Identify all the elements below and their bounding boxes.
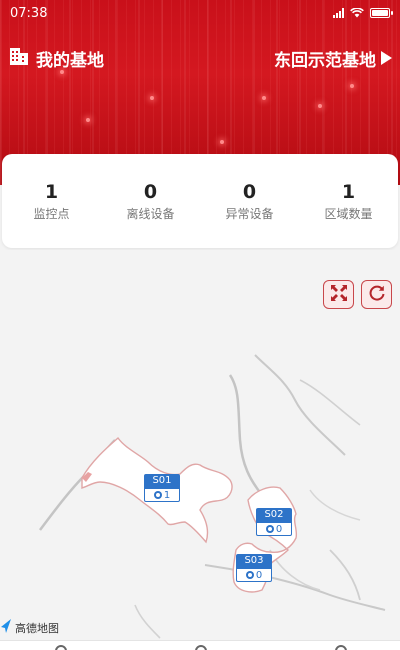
wifi-icon	[350, 8, 364, 18]
page-title: 我的基地	[36, 50, 104, 71]
building-icon	[8, 45, 30, 71]
stat-value: 1	[341, 180, 356, 203]
battery-icon	[370, 8, 393, 18]
camera-icon	[245, 571, 254, 579]
status-icons	[333, 8, 393, 18]
camera-icon	[153, 491, 162, 499]
stat-label: 区域数量	[324, 206, 373, 221]
amap-arrow-icon	[0, 618, 12, 637]
fullscreen-button[interactable]	[323, 280, 354, 309]
stat-value: 0	[143, 180, 158, 203]
banner-sparkle	[220, 140, 224, 144]
banner-sparkle	[86, 118, 90, 122]
stat-value: 0	[242, 180, 257, 203]
map-view[interactable]: S01 1 S02 0 S03 0 高德地图	[0, 250, 400, 640]
stat-label: 监控点	[33, 206, 70, 221]
map-marker-s01[interactable]: S01 1	[144, 474, 180, 502]
tab-monitor-icon[interactable]	[195, 645, 207, 650]
banner-sparkle	[262, 96, 266, 100]
status-bar: 07:38	[0, 0, 400, 26]
stat-label: 异常设备	[225, 206, 274, 221]
banner-sparkle	[150, 96, 154, 100]
marker-count-value: 0	[275, 523, 283, 535]
banner-sparkle	[318, 104, 322, 108]
header-title-row: 我的基地 东回示范基地	[0, 42, 400, 74]
marker-code: S01	[144, 474, 180, 488]
refresh-icon	[368, 284, 386, 306]
marker-count-value: 1	[163, 489, 171, 501]
stat-area-count[interactable]: 1 区域数量	[299, 181, 398, 222]
map-marker-s02[interactable]: S02 0	[256, 508, 292, 536]
stat-monitor-points[interactable]: 1 监控点	[2, 181, 101, 222]
my-base-title: 我的基地	[8, 45, 104, 71]
marker-count: 0	[236, 568, 272, 582]
stat-offline-devices[interactable]: 0 离线设备	[101, 181, 200, 222]
stat-abnormal-devices[interactable]: 0 异常设备	[200, 181, 299, 222]
signal-icon	[333, 8, 344, 18]
stat-value: 1	[44, 180, 59, 203]
marker-code: S03	[236, 554, 272, 568]
tab-profile-icon[interactable]	[335, 645, 347, 650]
map-provider-logo: 高德地图	[0, 618, 59, 637]
map-provider-name: 高德地图	[15, 621, 59, 635]
stat-label: 离线设备	[126, 206, 175, 221]
base-name: 东回示范基地	[274, 50, 376, 71]
marker-count: 1	[144, 488, 180, 502]
camera-icon	[265, 525, 274, 533]
banner-sparkle	[350, 84, 354, 88]
map-marker-s03[interactable]: S03 0	[236, 554, 272, 582]
app-screen: 07:38 我的基地 东回示范基地 1 监控点 0 离线设备 0 异常设备 1 …	[0, 0, 400, 650]
marker-count: 0	[256, 522, 292, 536]
play-arrow-icon	[381, 51, 392, 65]
marker-code: S02	[256, 508, 292, 522]
fullscreen-icon	[330, 284, 348, 306]
status-time: 07:38	[10, 5, 48, 21]
bottom-tab-bar	[0, 640, 400, 650]
marker-count-value: 0	[255, 569, 263, 581]
base-selector[interactable]: 东回示范基地	[274, 46, 392, 71]
refresh-button[interactable]	[361, 280, 392, 309]
stats-card: 1 监控点 0 离线设备 0 异常设备 1 区域数量	[2, 154, 398, 248]
tab-home-icon[interactable]	[55, 645, 67, 650]
